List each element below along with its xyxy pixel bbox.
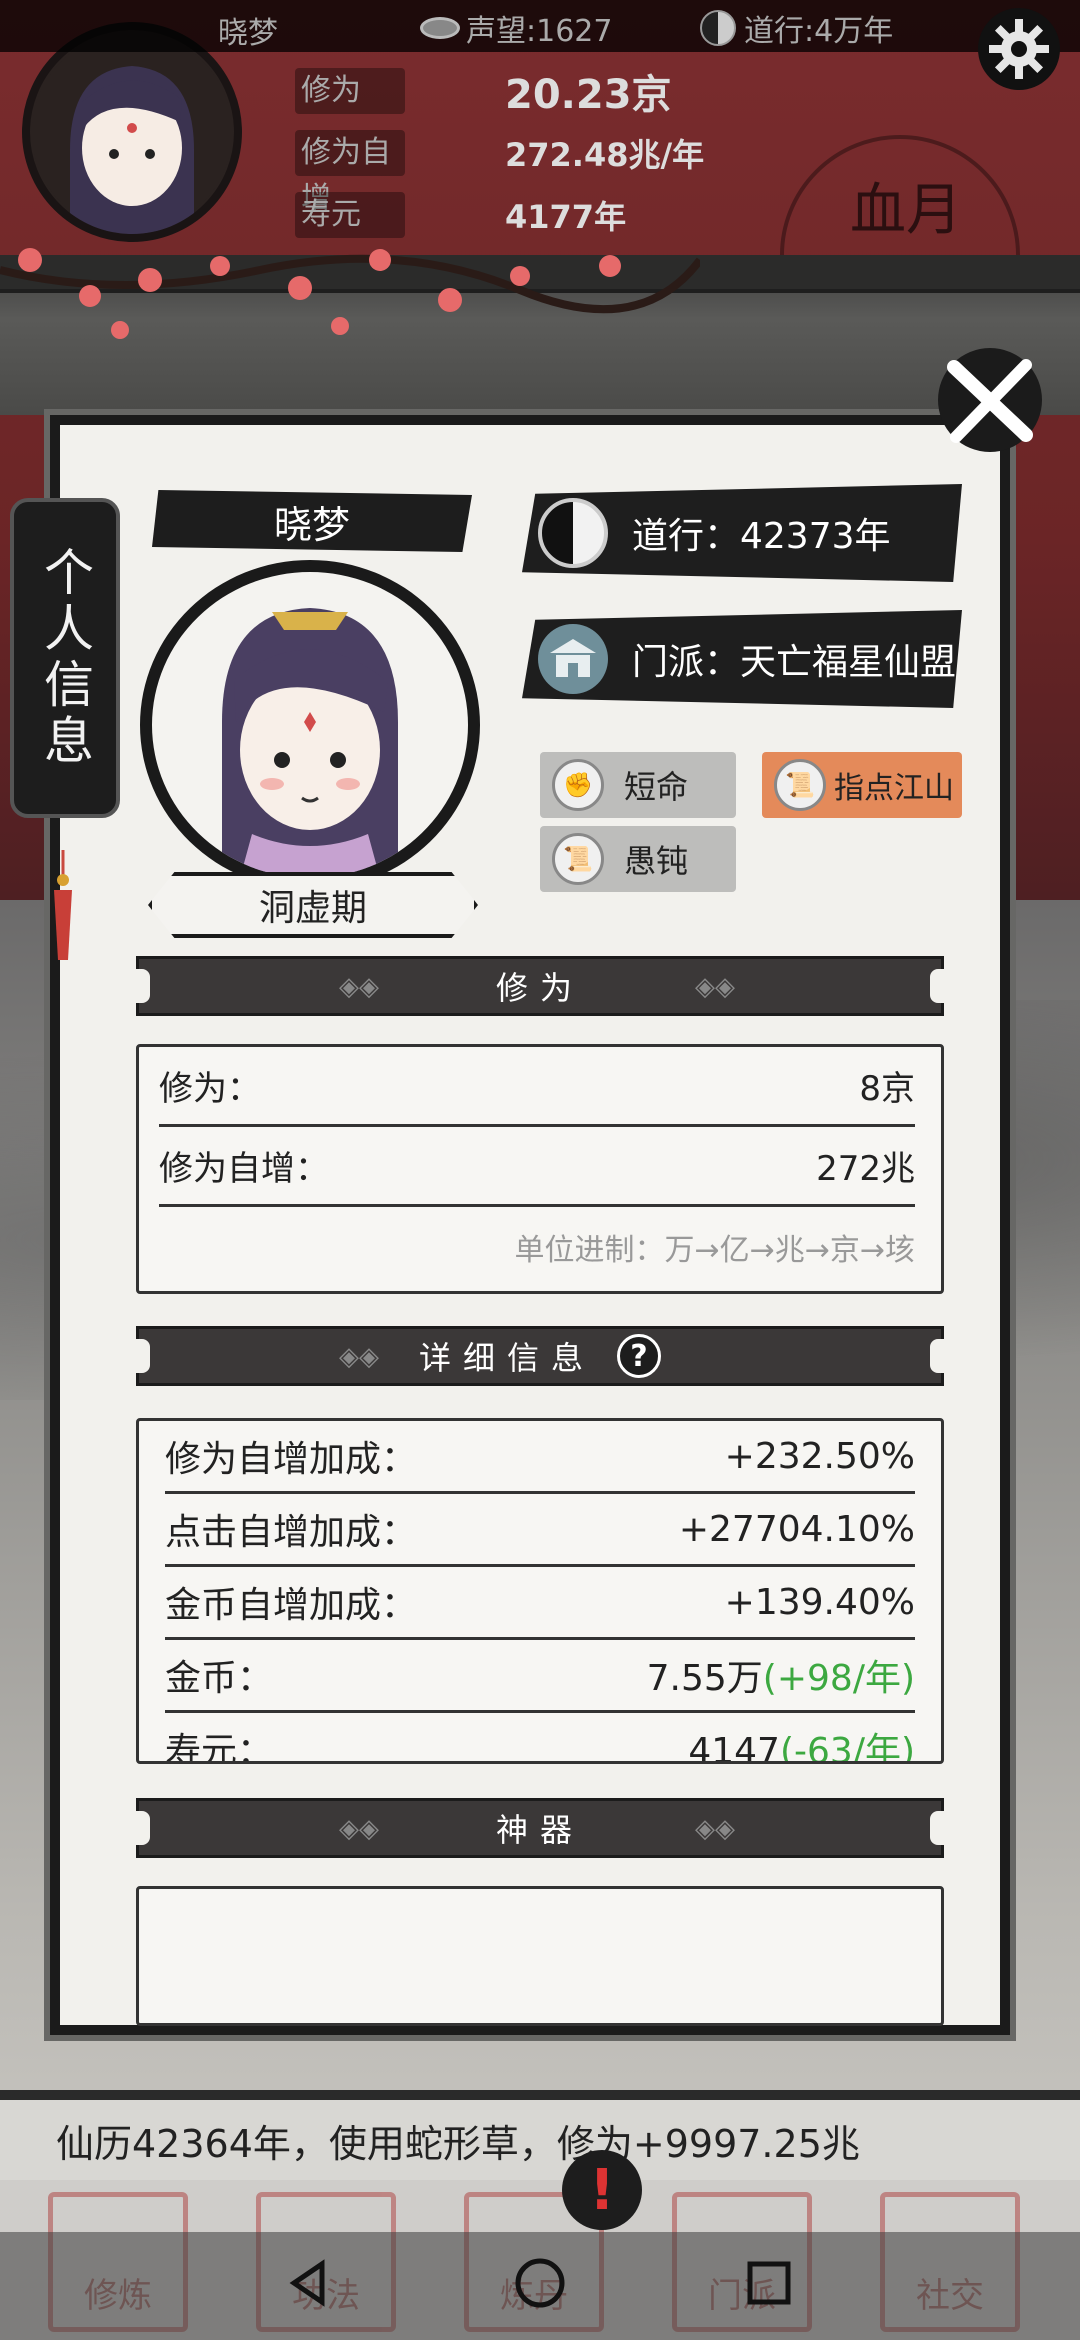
header-label: 修为	[295, 68, 405, 114]
details-row: 点击自增加成： +27704.10%	[165, 1494, 915, 1567]
unit-note-row: 单位进制：万→亿→兆→京→垓	[159, 1207, 915, 1287]
section-title: 详细信息	[418, 1339, 595, 1377]
diamond-ornament-icon: ◈◈	[339, 1342, 379, 1372]
status-dao: 道行:4万年	[700, 6, 893, 50]
row-value: 272兆	[816, 1149, 915, 1189]
dao-text: 道行：42373年	[632, 516, 891, 557]
row-label: 金币：	[165, 1658, 274, 1699]
row-value: 7.55万	[646, 1658, 763, 1699]
cultivation-row: 修为： 8京	[159, 1047, 915, 1127]
header-avatar[interactable]	[22, 22, 242, 242]
tab-personal-info-label: 个人信息	[36, 546, 94, 770]
row-label: 金币自增加成：	[165, 1585, 418, 1626]
row-value-group: 7.55万(+98/年)	[647, 1649, 915, 1701]
section-header-artifacts: ◈◈ 神器 ◈◈	[136, 1798, 944, 1858]
row-value-group: 4147(-63/年)	[688, 1722, 915, 1764]
artifacts-box[interactable]	[136, 1886, 944, 2026]
tassel-decoration	[54, 850, 72, 960]
trait-label: 愚钝	[624, 842, 689, 880]
row-value: +139.40%	[724, 1581, 915, 1623]
plum-blossom-branch	[0, 248, 700, 339]
header-row-growth: 修为自增 272.48兆/年	[295, 122, 705, 216]
trait-label: 短命	[624, 768, 689, 806]
sect-info-bar[interactable]: 门派：天亡福星仙盟	[522, 610, 962, 708]
row-label: 修为自增加成：	[165, 1439, 418, 1480]
close-icon	[938, 348, 1042, 452]
scroll-icon: 📜	[552, 833, 604, 885]
close-button[interactable]	[920, 340, 1060, 460]
fame-coin-icon	[420, 17, 460, 39]
diamond-ornament-icon: ◈◈	[339, 1814, 379, 1844]
tab-personal-info[interactable]: 个人信息	[10, 498, 120, 818]
diamond-ornament-icon: ◈◈	[695, 1814, 735, 1844]
trait-dull[interactable]: 📜 愚钝	[540, 826, 736, 892]
home-circle-icon	[515, 2258, 565, 2308]
row-label: 修为自增：	[159, 1149, 329, 1189]
section-header-details: ◈◈ 详细信息 ?	[136, 1326, 944, 1386]
cultivation-box: 修为： 8京 修为自增： 272兆 单位进制：万→亿→兆→京→垓	[136, 1044, 944, 1294]
back-triangle-icon	[289, 2259, 325, 2307]
status-player-name: 晓梦	[218, 16, 278, 51]
row-label: 修为：	[159, 1069, 261, 1109]
header-label: 修为自增	[295, 130, 405, 216]
realm-badge: 洞虚期	[148, 872, 478, 938]
trait-label: 指点江山	[834, 771, 954, 806]
trait-command[interactable]: 📜 指点江山	[762, 752, 962, 818]
header-value: 272.48兆/年	[505, 136, 705, 174]
unit-note: 单位进制：万→亿→兆→京→垓	[514, 1233, 915, 1268]
row-rate: (-63/年)	[779, 1731, 915, 1764]
character-name-badge: 晓梦	[152, 490, 472, 552]
help-question-icon[interactable]: ?	[617, 1334, 661, 1378]
trait-short-life[interactable]: ✊ 短命	[540, 752, 736, 818]
row-label: 寿元：	[165, 1731, 274, 1764]
dao-info-bar: 道行：42373年	[522, 484, 962, 582]
cultivation-row: 修为自增： 272兆	[159, 1127, 915, 1207]
header-value: 20.23京	[505, 72, 672, 118]
section-title: 修为	[495, 969, 584, 1007]
yin-yang-icon	[538, 498, 608, 568]
row-value: 8京	[859, 1069, 915, 1109]
home-button[interactable]	[505, 2248, 575, 2318]
status-dao-text: 道行:4万年	[744, 14, 894, 49]
recents-button[interactable]	[734, 2248, 804, 2318]
blood-moon-label: 血月	[850, 178, 962, 243]
details-row: 寿元： 4147(-63/年)	[165, 1713, 915, 1764]
diamond-ornament-icon: ◈◈	[695, 972, 735, 1002]
row-label: 点击自增加成：	[165, 1512, 418, 1553]
gear-icon	[989, 19, 1049, 79]
row-value: +27704.10%	[678, 1508, 915, 1550]
details-row: 金币： 7.55万(+98/年)	[165, 1640, 915, 1713]
back-button[interactable]	[274, 2248, 344, 2318]
sect-building-icon	[538, 624, 608, 694]
event-log-bar[interactable]: 仙历42364年，使用蛇形草，修为+9997.25兆	[0, 2090, 1080, 2180]
event-log-message: 仙历42364年，使用蛇形草，修为+9997.25兆	[56, 2121, 860, 2166]
character-portrait[interactable]	[140, 560, 480, 890]
settings-gear-button[interactable]	[978, 8, 1060, 90]
header-stats: 修为 20.23京 修为自增 272.48兆/年 寿元 4177年	[295, 60, 704, 246]
fist-icon: ✊	[552, 759, 604, 811]
recents-square-icon	[747, 2261, 791, 2305]
scroll-icon: 📜	[774, 759, 826, 811]
status-fame-text: 声望:1627	[466, 14, 613, 49]
details-box[interactable]: 修为自增加成： +232.50% 点击自增加成： +27704.10% 金币自增…	[136, 1418, 944, 1764]
row-value: +232.50%	[724, 1435, 915, 1477]
yin-yang-icon	[700, 10, 736, 46]
section-title: 神器	[495, 1811, 584, 1849]
status-fame: 声望:1627	[420, 6, 612, 50]
row-rate: (+98/年)	[762, 1658, 915, 1699]
diamond-ornament-icon: ◈◈	[339, 972, 379, 1002]
section-header-cultivation: ◈◈ 修为 ◈◈	[136, 956, 944, 1016]
details-row: 金币自增加成： +139.40%	[165, 1567, 915, 1640]
row-value: 4147	[688, 1731, 780, 1764]
alert-icon[interactable]: !	[562, 2150, 642, 2230]
details-row: 修为自增加成： +232.50%	[165, 1421, 915, 1494]
status-bar: 晓梦 声望:1627 道行:4万年	[0, 0, 1080, 52]
header-row-cultivation: 修为 20.23京	[295, 60, 704, 122]
sect-text: 门派：天亡福星仙盟	[632, 642, 957, 683]
